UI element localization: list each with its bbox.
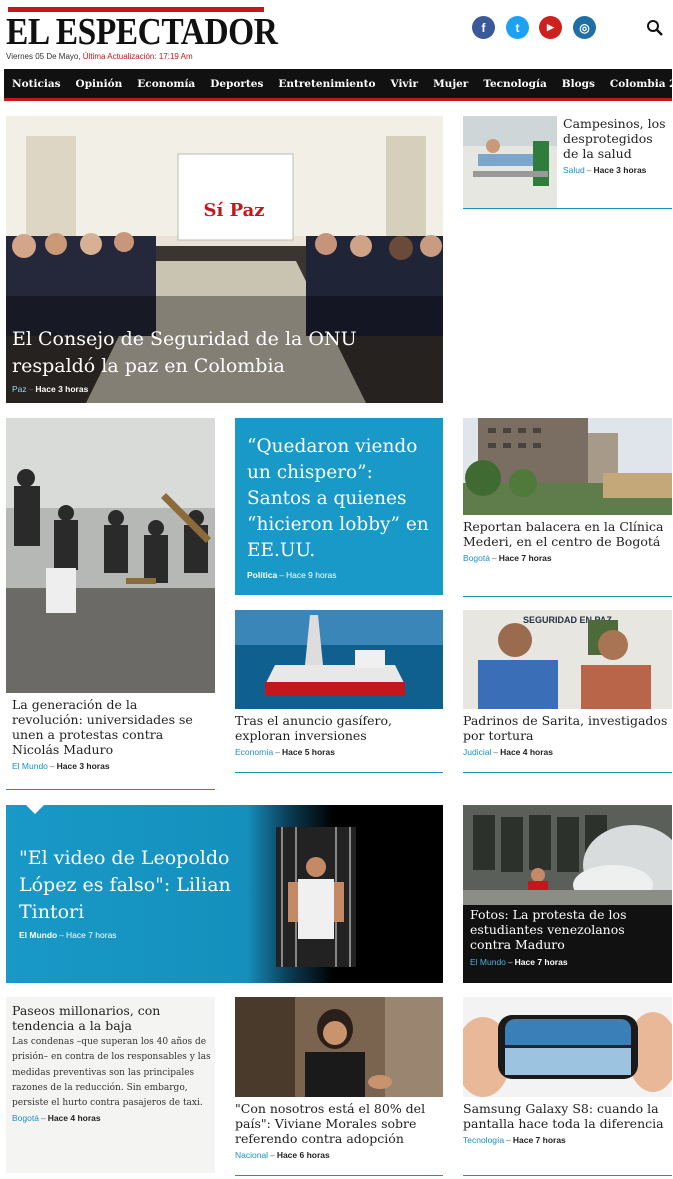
viviane-meta: Nacional – Hace 6 horas [235,1150,330,1160]
timestamp: Hace 5 horas [282,747,335,757]
nav-item-economia[interactable]: Economía [137,78,195,90]
date-text: Viernes 05 De Mayo, [6,52,81,61]
main-nav: Noticias Opinión Economía Deportes Entre… [4,69,673,101]
nav-item-blogs[interactable]: Blogs [562,78,595,90]
fotos-headline[interactable]: Fotos: La protesta de los estudiantes ve… [470,907,668,952]
paseos-headline[interactable]: Paseos millonarios, con tendencia a la b… [12,1003,211,1033]
section-link[interactable]: Judicial [463,747,491,757]
viviane-headline[interactable]: "Con nosotros está el 80% del país": Viv… [235,1101,443,1146]
youtube-icon[interactable]: ▶ [539,16,562,39]
paseos-card[interactable]: Paseos millonarios, con tendencia a la b… [6,997,215,1173]
gasifero-meta: Economía – Hace 5 horas [235,747,335,757]
viviane-card[interactable]: "Con nosotros está el 80% del país": Viv… [235,997,443,1167]
timestamp: Hace 7 horas [512,1135,566,1145]
timestamp: Hace 3 horas [593,165,647,175]
timestamp: Hace 4 horas [47,1113,101,1124]
balacera-meta: Bogotá – Hace 7 horas [463,553,552,563]
fotos-card[interactable]: Fotos: La protesta de los estudiantes ve… [463,805,672,983]
lead-story-headline[interactable]: El Consejo de Seguridad de la ONU respal… [12,326,432,380]
nav-item-tecnologia[interactable]: Tecnología [483,78,546,90]
divider [6,789,215,790]
section-link[interactable]: Tecnología [463,1135,504,1145]
si-paz-screen-text: Sí Paz [203,200,264,221]
samsung-meta: Tecnología – Hace 7 horas [463,1135,566,1145]
generacion-image [6,418,215,693]
chispero-card[interactable]: “Quedaron viendo un chispero”: Santos a … [235,418,443,595]
nav-item-colombia-2020[interactable]: Colombia 2020 [610,78,673,90]
timestamp: Hace 4 horas [500,747,554,757]
section-link[interactable]: Salud [563,165,585,175]
chispero-headline[interactable]: “Quedaron viendo un chispero”: Santos a … [247,434,437,564]
timestamp: Hace 3 horas [56,761,110,771]
nav-item-vivir[interactable]: Vivir [390,78,418,90]
sarita-meta: Judicial – Hace 4 horas [463,747,554,757]
leopoldo-meta: El Mundo – Hace 7 horas [19,930,117,940]
leopoldo-image [276,827,356,967]
gasifero-image [235,610,443,709]
timestamp: Hace 6 horas [276,1150,330,1160]
lead-story-meta: Paz – Hace 3 horas [12,384,89,394]
lead-story-card[interactable]: Sí Paz El Consejo de Seguridad de la ONU… [6,116,443,403]
nav-item-mujer[interactable]: Mujer [433,78,468,90]
generacion-card[interactable]: La generación de la revolución: universi… [6,418,215,773]
facebook-icon[interactable]: f [472,16,495,39]
divider [463,596,672,597]
section-link[interactable]: Bogotá [463,553,490,563]
balacera-image [463,418,672,515]
generacion-headline[interactable]: La generación de la revolución: universi… [12,697,212,757]
section-link[interactable]: El Mundo [12,761,48,771]
nav-item-noticias[interactable]: Noticias [12,78,61,90]
samsung-headline[interactable]: Samsung Galaxy S8: cuando la pantalla ha… [463,1101,672,1131]
instagram-icon[interactable]: ◎ [573,16,596,39]
viviane-image [235,997,443,1097]
paseos-meta: Bogotá – Hace 4 horas [12,1113,101,1124]
fotos-meta: El Mundo – Hace 7 horas [470,957,568,967]
nav-item-deportes[interactable]: Deportes [210,78,263,90]
pointer-notch [26,805,44,814]
section-link[interactable]: Política [247,570,277,580]
divider [463,1175,672,1176]
divider [235,1175,443,1176]
generacion-meta: El Mundo – Hace 3 horas [12,761,110,771]
section-link[interactable]: El Mundo [470,957,506,967]
leopoldo-headline[interactable]: "El video de Leopoldo López es falso": L… [19,845,259,926]
site-logo[interactable]: EL ESPECTADOR [6,10,278,54]
leopoldo-card[interactable]: "El video de Leopoldo López es falso": L… [6,805,443,983]
campesinos-image [463,116,557,208]
section-link[interactable]: El Mundo [19,930,57,940]
samsung-image [463,997,672,1097]
section-link[interactable]: Bogotá [12,1113,39,1123]
gasifero-card[interactable]: Tras el anuncio gasífero, exploran inver… [235,610,443,770]
twitter-icon[interactable]: t [506,16,529,39]
campesinos-card[interactable]: Campesinos, los desprotegidos de la salu… [463,116,672,210]
campesinos-meta: Salud – Hace 3 horas [563,165,647,175]
section-link[interactable]: Economía [235,747,273,757]
divider [463,208,672,209]
search-icon[interactable] [646,19,664,37]
balacera-card[interactable]: Reportan balacera en la Clínica Mederi, … [463,418,672,598]
samsung-card[interactable]: Samsung Galaxy S8: cuando la pantalla ha… [463,997,672,1167]
balacera-headline[interactable]: Reportan balacera en la Clínica Mederi, … [463,519,672,549]
section-link[interactable]: Nacional [235,1150,268,1160]
divider [463,772,672,773]
section-link[interactable]: Paz [12,384,27,394]
timestamp: Hace 7 horas [498,553,552,563]
dateline: Viernes 05 De Mayo, Última Actualización… [6,52,193,61]
timestamp: Hace 9 horas [285,570,337,580]
sarita-card[interactable]: SEGURIDAD EN PAZ Padrinos de Sarita, inv… [463,610,672,770]
last-updated: Última Actualización: 17:19 Am [82,52,193,61]
divider [235,772,443,773]
gasifero-headline[interactable]: Tras el anuncio gasífero, exploran inver… [235,713,443,743]
timestamp: Hace 3 horas [35,384,89,394]
paseos-summary: Las condenas –que superan los 40 años de… [12,1037,211,1109]
timestamp: Hace 7 horas [514,957,568,967]
sarita-image: SEGURIDAD EN PAZ [463,610,672,709]
chispero-meta: Política – Hace 9 horas [247,570,337,580]
campesinos-headline[interactable]: Campesinos, los desprotegidos de la salu… [563,116,672,161]
nav-item-opinion[interactable]: Opinión [76,78,123,90]
fotos-image [463,805,672,905]
timestamp: Hace 7 horas [65,930,117,940]
nav-item-entretenimiento[interactable]: Entretenimiento [278,78,375,90]
sarita-headline[interactable]: Padrinos de Sarita, investigados por tor… [463,713,672,743]
